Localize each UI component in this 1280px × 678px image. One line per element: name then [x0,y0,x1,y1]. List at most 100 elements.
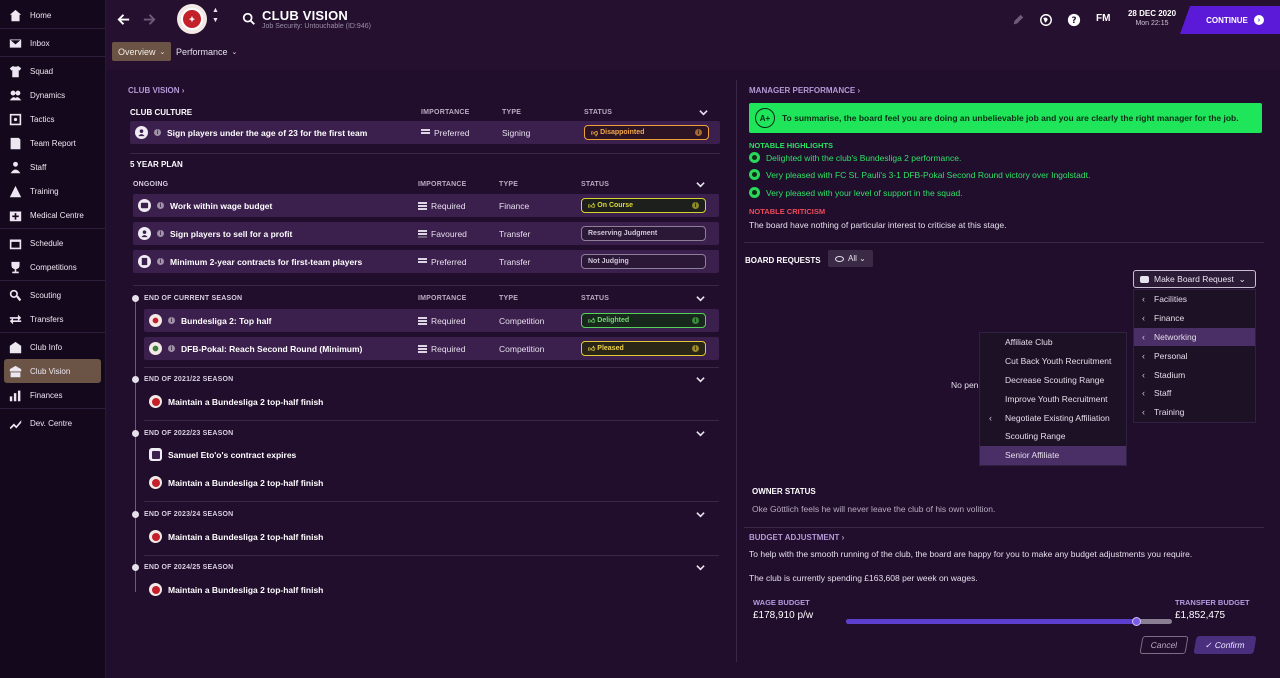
sidebar-item-dynamics[interactable]: Dynamics [0,83,105,107]
staff-icon [9,161,22,174]
wage-spend-text: The club is currently spending £163,608 … [749,573,978,583]
sidebar-item-medical-centre[interactable]: Medical Centre [0,203,105,227]
info-icon[interactable]: i [157,230,164,237]
club-badge[interactable]: ✦ [177,4,207,34]
highlight-item: Delighted with the club's Bundesliga 2 p… [749,152,961,163]
menu-item-decrease-scouting[interactable]: Decrease Scouting Range [980,371,1126,390]
budget-slider-handle[interactable] [1132,617,1142,626]
expand-season-2022-23[interactable] [696,429,706,439]
menu-item-senior-affiliate[interactable]: Senior Affiliate [980,445,1126,465]
chevron-left-icon: ‹ [1142,350,1145,361]
expand-season-2023-24[interactable] [696,510,706,520]
game-date: 28 DEC 2020 Mon 22:15 [1127,9,1177,27]
status-badge[interactable]: 👍︎ On Course i [581,198,706,213]
status-badge[interactable]: Not Judging [581,254,706,269]
edit-button[interactable] [1010,12,1026,28]
back-button[interactable] [114,10,132,28]
sidebar-item-competitions[interactable]: Competitions [0,255,105,279]
info-icon[interactable]: i [157,258,164,265]
menu-item-training[interactable]: ‹ Training [1134,403,1255,422]
sidebar-item-home[interactable]: Home [0,3,105,27]
menu-item-facilities[interactable]: ‹ Facilities [1134,290,1255,309]
help-button[interactable]: ? [1066,12,1082,28]
tab-overview[interactable]: Overview ⌄ [112,42,172,61]
info-icon[interactable]: i [154,129,161,136]
fm-menu-button[interactable]: FM [1096,13,1110,24]
season-heading: END OF 2022/23 SEASON [144,430,234,437]
search-icon [9,289,22,302]
expand-season-2024-25[interactable] [696,563,706,573]
status-badge[interactable]: 👎︎ Disappointed i [584,125,709,140]
search-icon[interactable] [242,12,256,26]
menu-item-finance[interactable]: ‹ Finance [1134,309,1255,328]
importance-icon [418,344,427,353]
list-item[interactable]: Maintain a Bundesliga 2 top-half finish [149,583,323,596]
menu-item-improve-youth[interactable]: Improve Youth Recruitment [980,389,1126,408]
menu-item-scouting-range[interactable]: Scouting Range [980,427,1126,446]
highlight-item: Very pleased with your level of support … [749,187,963,198]
sidebar-item-tactics[interactable]: Tactics [0,107,105,131]
collapse-ongoing[interactable] [696,180,706,190]
wage-budget-label: WAGE BUDGET [753,598,810,607]
menu-item-affiliate-club[interactable]: Affiliate Club [980,333,1126,352]
collapse-club-culture[interactable] [699,108,709,118]
sidebar-item-label: Competitions [30,262,77,272]
menu-item-stadium[interactable]: ‹ Stadium [1134,365,1255,384]
club-vision-link[interactable]: CLUB VISION › [128,86,184,95]
sidebar-item-club-vision[interactable]: Club Vision [4,359,101,383]
sidebar-item-team-report[interactable]: Team Report [0,131,105,155]
tab-performance[interactable]: Performance ⌄ [170,42,243,61]
sidebar-item-schedule[interactable]: Schedule [0,231,105,255]
menu-item-personal[interactable]: ‹ Personal [1134,346,1255,365]
cancel-button[interactable]: Cancel [1139,636,1189,654]
status-badge[interactable]: Reserving Judgment [581,226,706,241]
sidebar-item-finances[interactable]: Finances [0,383,105,407]
menu-item-networking[interactable]: ‹ Networking [1134,327,1255,347]
chevron-left-icon: ‹ [1142,331,1145,342]
menu-item-staff[interactable]: ‹ Staff [1134,384,1255,403]
sidebar-item-staff[interactable]: Staff [0,155,105,179]
list-item[interactable]: Maintain a Bundesliga 2 top-half finish [149,476,323,489]
finances-icon [9,389,22,402]
collapse-current-season[interactable] [696,294,706,304]
sidebar-item-dev-centre[interactable]: Dev. Centre [0,411,105,435]
transfer-icon [9,313,22,326]
budget-adjustment-link[interactable]: BUDGET ADJUSTMENT › [749,533,844,542]
list-item[interactable]: Samuel Eto'o's contract expires [149,448,296,461]
expand-season-2021-22[interactable] [696,375,706,385]
menu-item-negotiate-affiliation[interactable]: ‹ Negotiate Existing Affiliation [980,408,1126,427]
forward-button[interactable] [140,10,158,28]
confirm-button[interactable]: ✓ Confirm [1193,636,1257,654]
info-icon[interactable]: i [157,202,164,209]
type-cell: Competition [499,315,545,326]
sidebar-item-transfers[interactable]: Transfers [0,307,105,331]
world-button[interactable] [1038,12,1054,28]
sidebar-item-inbox[interactable]: Inbox [0,31,105,55]
list-item[interactable]: Maintain a Bundesliga 2 top-half finish [149,530,323,543]
sidebar-item-club-info[interactable]: Club Info [0,335,105,359]
importance-cell: Favoured [418,222,467,245]
continue-button[interactable]: CONTINUE › [1180,6,1280,34]
board-request-filter[interactable]: All ⌄ [828,250,873,267]
end-current-season-heading: END OF CURRENT SEASON [144,295,243,302]
list-item[interactable]: Maintain a Bundesliga 2 top-half finish [149,395,323,408]
importance-cell: Required [418,194,466,217]
dynamics-icon [9,89,22,102]
importance-cell: Required [418,309,466,332]
info-icon[interactable]: i [168,317,175,324]
make-board-request-button[interactable]: Make Board Request ⌄ [1133,270,1256,288]
sidebar-item-squad[interactable]: Squad [0,59,105,83]
status-badge[interactable]: 👍︎ Pleased i [581,341,706,356]
importance-icon [418,316,427,325]
sidebar-item-label: Club Info [30,342,63,352]
info-icon[interactable]: i [168,345,175,352]
sidebar-item-training[interactable]: Training [0,179,105,203]
manager-performance-link[interactable]: MANAGER PERFORMANCE › [749,86,860,95]
club-switch-arrows[interactable]: ▲ ▼ [212,6,219,26]
menu-item-cut-back-youth[interactable]: Cut Back Youth Recruitment [980,352,1126,371]
status-badge[interactable]: 👍︎ Delighted i [581,313,706,328]
importance-icon [421,128,430,137]
season-heading: END OF 2021/22 SEASON [144,376,234,383]
bundesliga-2-icon [149,395,162,408]
sidebar-item-scouting[interactable]: Scouting [0,283,105,307]
